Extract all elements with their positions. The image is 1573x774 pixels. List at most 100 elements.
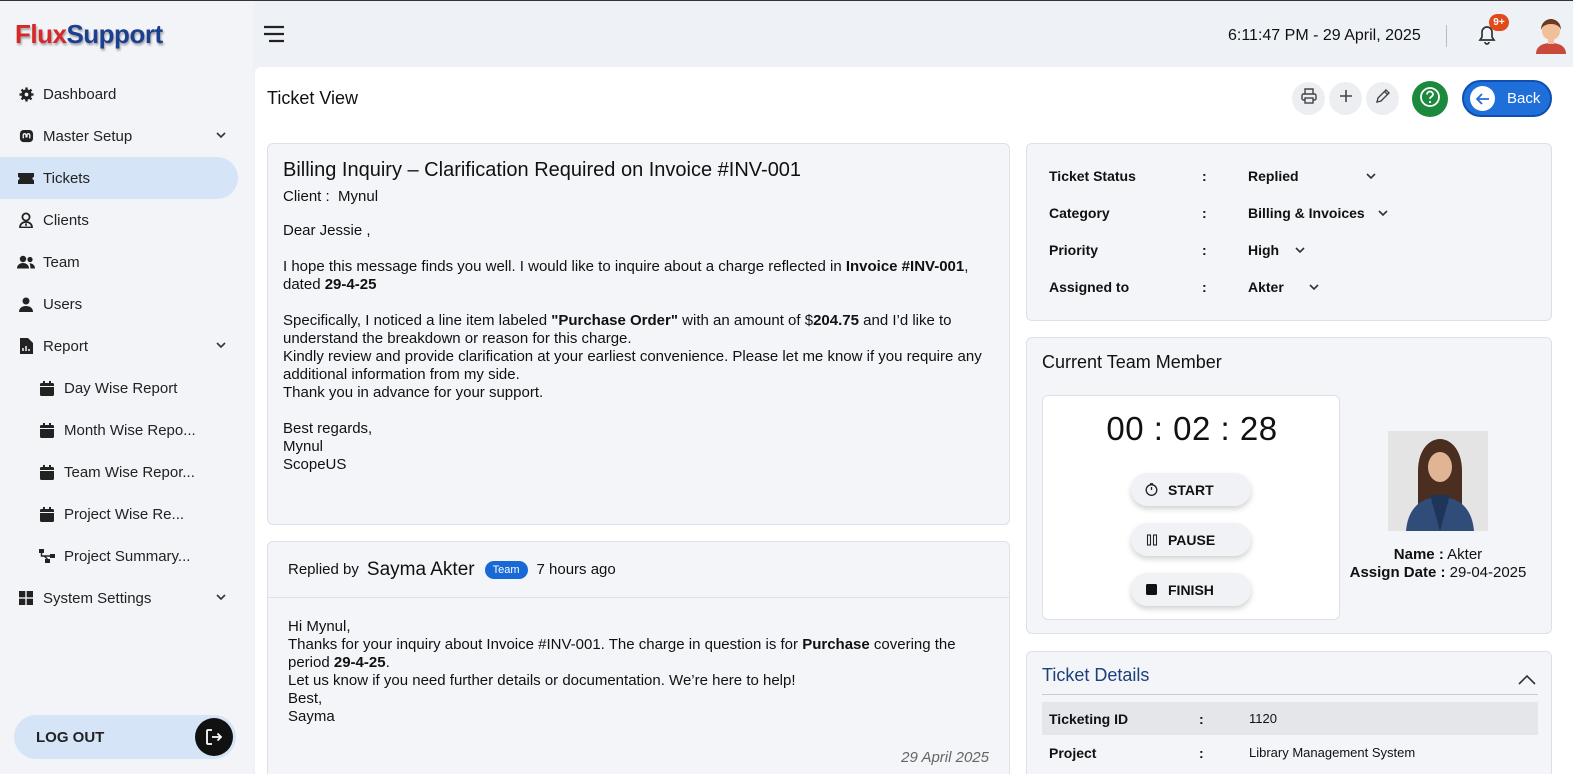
replier-name: Sayma Akter	[366, 558, 475, 580]
ticket-message-card: Billing Inquiry – Clarification Required…	[267, 143, 1010, 525]
user-avatar[interactable]	[1534, 16, 1568, 54]
client-label: Client :	[283, 188, 330, 205]
arrow-left-icon	[1470, 86, 1495, 111]
windows-icon	[17, 589, 35, 607]
assigned-to-select[interactable]: Akter	[1248, 279, 1320, 295]
sidebar-item-label: Users	[43, 295, 83, 313]
reply-body: Hi Mynul, Thanks for your inquiry about …	[288, 618, 956, 725]
main-content: Ticket View Back Billing Inquiry – Clari…	[255, 67, 1573, 774]
sidebar-item-label: Project Summary...	[64, 547, 191, 565]
sidebar-item-tickets[interactable]: Tickets	[0, 157, 238, 199]
sidebar-nav: Dashboard Master Setup Tickets Clients T…	[0, 73, 253, 619]
print-button[interactable]	[1292, 82, 1325, 115]
sidebar-item-team[interactable]: Team	[0, 241, 253, 283]
user-tie-icon	[17, 211, 35, 229]
menu-toggle-icon[interactable]	[263, 25, 285, 48]
chevron-down-icon	[215, 338, 227, 355]
category-select[interactable]: Billing & Invoices	[1248, 205, 1389, 221]
team-member-title: Current Team Member	[1042, 352, 1222, 372]
reply-time-ago: 7 hours ago	[536, 561, 616, 578]
back-label: Back	[1507, 90, 1541, 107]
ticket-details-card: Ticket Details Ticketing ID:1120 Project…	[1026, 651, 1552, 774]
reply-card: Replied by Sayma Akter Team 7 hours ago …	[267, 541, 1010, 774]
user-icon	[17, 295, 35, 313]
reply-date: 29 April 2025	[901, 749, 989, 766]
ticket-status-select[interactable]: Replied	[1248, 168, 1377, 184]
add-button[interactable]	[1329, 82, 1362, 115]
replied-by-label: Replied by	[288, 561, 359, 578]
users-icon	[17, 253, 35, 271]
sidebar-item-day-wise-report[interactable]: Day Wise Report	[0, 367, 253, 409]
mastodon-icon	[17, 127, 35, 145]
detail-row-project: Project: Library Management System	[1049, 744, 1416, 761]
pause-button[interactable]: PAUSE	[1131, 523, 1251, 556]
ticket-status-card: Ticket Status: Replied Category: Billing…	[1026, 143, 1552, 321]
chevron-down-icon	[1366, 173, 1376, 180]
sidebar-item-label: System Settings	[43, 589, 152, 607]
sidebar-item-label: Team Wise Repor...	[64, 463, 195, 481]
current-datetime: 6:11:47 PM - 29 April, 2025	[1228, 27, 1421, 44]
sidebar-item-system-settings[interactable]: System Settings	[0, 577, 253, 619]
priority-select[interactable]: High	[1248, 242, 1306, 258]
sidebar-item-report[interactable]: Report	[0, 325, 253, 367]
chevron-down-icon	[1309, 284, 1319, 291]
assigned-to-row: Assigned to: Akter	[1049, 277, 1529, 297]
chevron-down-icon	[1295, 247, 1305, 254]
calendar-icon	[38, 421, 56, 439]
sidebar-item-project-wise-report[interactable]: Project Wise Re...	[0, 493, 253, 535]
timer-display: 00 : 02 : 28	[1106, 410, 1278, 447]
gear-icon	[17, 85, 35, 103]
pause-icon	[1145, 533, 1158, 546]
help-button[interactable]	[1412, 81, 1448, 117]
sidebar-item-clients[interactable]: Clients	[0, 199, 253, 241]
page-title: Ticket View	[267, 88, 359, 108]
divider	[1042, 694, 1538, 695]
stop-icon	[1145, 583, 1158, 596]
calendar-icon	[38, 505, 56, 523]
file-report-icon	[17, 337, 35, 355]
reply-header: Replied by Sayma Akter Team 7 hours ago	[268, 542, 1009, 598]
sidebar-item-project-summary[interactable]: Project Summary...	[0, 535, 253, 577]
current-team-member-card: Current Team Member 00 : 02 : 28 START P…	[1026, 337, 1552, 634]
role-badge: Team	[484, 560, 528, 579]
app-logo[interactable]: FluxSupport	[15, 19, 163, 50]
stopwatch-icon	[1145, 483, 1158, 496]
email-signature: Best regards, Mynul ScopeUS	[283, 420, 373, 473]
chevron-down-icon	[215, 590, 227, 607]
logout-icon[interactable]	[195, 718, 233, 756]
plus-icon	[1339, 89, 1353, 108]
chevron-up-icon[interactable]	[1518, 672, 1536, 690]
notification-badge: 9+	[1489, 14, 1509, 31]
sidebar: FluxSupport Dashboard Master Setup Ticke…	[0, 1, 253, 774]
top-bar: 6:11:47 PM - 29 April, 2025 9+	[253, 1, 1573, 65]
member-name: Akter	[1447, 546, 1483, 563]
client-name: Mynul	[338, 188, 379, 205]
edit-button[interactable]	[1366, 82, 1399, 115]
sidebar-item-label: Clients	[43, 211, 89, 229]
member-info: Name : Akter Assign Date : 29-04-2025	[1349, 546, 1527, 581]
ticket-status-row: Ticket Status: Replied	[1049, 166, 1529, 186]
chevron-down-icon	[1378, 210, 1388, 217]
sidebar-item-users[interactable]: Users	[0, 283, 253, 325]
sidebar-item-month-wise-report[interactable]: Month Wise Repo...	[0, 409, 253, 451]
sidebar-item-team-wise-report[interactable]: Team Wise Repor...	[0, 451, 253, 493]
detail-row-ticketing-id: Ticketing ID:1120	[1042, 702, 1538, 735]
finish-button[interactable]: FINISH	[1131, 573, 1251, 606]
member-photo	[1388, 431, 1488, 531]
chevron-down-icon	[215, 128, 227, 145]
category-row: Category: Billing & Invoices	[1049, 203, 1529, 223]
email-paragraph-1: I hope this message finds you well. I wo…	[283, 258, 969, 293]
logout-button[interactable]: LOG OUT	[14, 715, 236, 759]
back-button[interactable]: Back	[1462, 80, 1552, 117]
topbar-divider	[1446, 25, 1447, 47]
sidebar-item-master-setup[interactable]: Master Setup	[0, 115, 253, 157]
pencil-icon	[1375, 88, 1390, 109]
sidebar-item-label: Team	[43, 253, 80, 271]
email-paragraph-2: Specifically, I noticed a line item labe…	[283, 312, 982, 401]
sidebar-item-dashboard[interactable]: Dashboard	[0, 73, 253, 115]
printer-icon	[1300, 88, 1317, 109]
ticket-icon	[17, 169, 35, 187]
start-button[interactable]: START	[1131, 473, 1251, 506]
assign-date: 29-04-2025	[1449, 564, 1527, 581]
sidebar-item-label: Tickets	[43, 169, 90, 187]
